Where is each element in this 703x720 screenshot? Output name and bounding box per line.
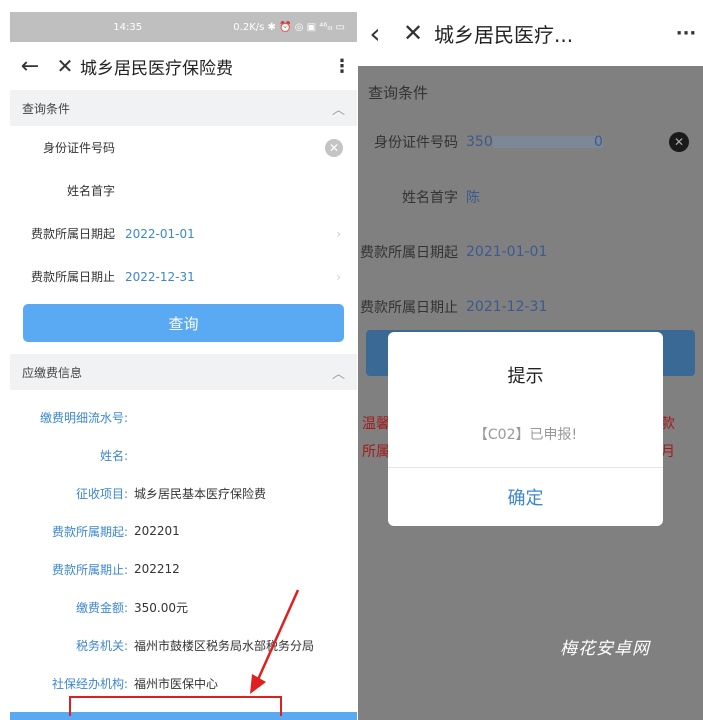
query-section-title: 查询条件: [22, 101, 71, 116]
social-security-agency-label: 社保经办机构:: [51, 676, 128, 691]
start-date-label: 费款所属日期起: [30, 227, 115, 241]
info-row: 姓名:: [10, 436, 357, 474]
id-number-field[interactable]: 身份证件号码 ✕: [10, 126, 357, 169]
warning-text-right: 款 月: [661, 410, 675, 466]
chevron-right-icon: ›: [336, 226, 341, 241]
status-time: 14:35: [113, 21, 143, 33]
levy-item-value: 城乡居民基本医疗保险费: [134, 486, 267, 501]
more-options-icon[interactable]: ···: [669, 23, 703, 44]
watermark-text: 梅花安卓网: [560, 639, 650, 659]
right-phone-screen: ‹ ✕ 城乡居民医疗... ··· 查询条件 身份证件号码 350 0 ✕ 姓名…: [358, 0, 703, 720]
name-initial-label: 姓名首字: [402, 189, 458, 206]
name-initial-label: 姓名首字: [66, 184, 115, 198]
dialog-message: 【C02】已申报!: [473, 427, 578, 443]
info-row: 缴费明细流水号:: [10, 398, 357, 436]
status-indicators: 0.2K/s ✱ ⏰ ◎ ▣ ⁴⁶ᵢₗₗ ▭: [233, 21, 345, 33]
name-initial-value[interactable]: 陈: [466, 187, 480, 207]
id-number-tail: 0: [594, 133, 603, 150]
end-date-value[interactable]: 2021-12-31: [466, 299, 547, 315]
chevron-right-icon: ›: [336, 269, 341, 284]
id-number-field[interactable]: 身份证件号码 350 0 ✕: [358, 114, 703, 169]
end-date-label: 费款所属日期止: [30, 270, 115, 284]
dialog-confirm-button[interactable]: 确定: [388, 467, 663, 526]
warning-line: 所属: [362, 444, 390, 460]
back-arrow-icon[interactable]: ←: [10, 54, 50, 79]
end-date-value[interactable]: 2022-12-31: [125, 270, 195, 284]
app-header: ← ✕ 城乡居民医疗保险费 ⋮: [10, 42, 357, 90]
start-date-label: 费款所属日期起: [360, 244, 458, 261]
info-row: 费款所属期止: 202212: [10, 550, 357, 588]
amount-value: 350.00元: [134, 600, 188, 615]
clear-icon[interactable]: ✕: [669, 131, 689, 152]
info-row: 税务机关: 福州市鼓楼区税务局水部税务分局: [10, 626, 357, 664]
period-start-value: 202201: [134, 524, 180, 538]
redacted-id-blur: [493, 135, 603, 148]
warning-line: 款: [661, 416, 675, 432]
query-section-header[interactable]: 查询条件: [358, 72, 703, 112]
social-security-agency-value: 福州市医保中心: [134, 676, 219, 691]
query-section-title: 查询条件: [368, 83, 429, 102]
name-initial-field[interactable]: 姓名首字 陈: [358, 169, 703, 224]
levy-item-label: 征收项目:: [75, 486, 128, 501]
name-label: 姓名:: [99, 448, 128, 463]
warning-text-left: 温馨 所属: [362, 410, 390, 466]
amount-label: 缴费金额:: [75, 600, 128, 615]
highlight-box: [69, 696, 282, 716]
end-date-field[interactable]: 费款所属日期止 2021-12-31: [358, 279, 703, 334]
tax-authority-label: 税务机关:: [75, 638, 128, 653]
payable-section-header[interactable]: 应缴费信息 ︿: [10, 354, 357, 390]
left-phone-screen: 14:35 0.2K/s ✱ ⏰ ◎ ▣ ⁴⁶ᵢₗₗ ▭ ← ✕ 城乡居民医疗保…: [10, 12, 357, 720]
info-row: 征收项目: 城乡居民基本医疗保险费: [10, 474, 357, 512]
clear-icon[interactable]: ✕: [325, 138, 343, 157]
end-date-label: 费款所属日期止: [360, 299, 458, 316]
back-chevron-icon[interactable]: ‹: [358, 17, 392, 50]
query-section-header[interactable]: 查询条件 ︿: [10, 90, 357, 126]
period-end-value: 202212: [134, 562, 180, 576]
chevron-up-icon: ︿: [331, 102, 345, 118]
info-row: 缴费金额: 350.00元: [10, 588, 357, 626]
close-icon[interactable]: ✕: [392, 19, 434, 47]
page-title: 城乡居民医疗保险费: [80, 58, 233, 79]
more-options-icon[interactable]: ⋮: [327, 56, 357, 77]
page-title: 城乡居民医疗...: [434, 22, 574, 47]
period-end-label: 费款所属期止:: [51, 562, 128, 577]
name-initial-field[interactable]: 姓名首字: [10, 169, 357, 212]
start-date-value[interactable]: 2022-01-01: [125, 227, 195, 241]
start-date-value[interactable]: 2021-01-01: [466, 244, 547, 260]
id-number-value[interactable]: 350: [466, 134, 493, 150]
serial-number-label: 缴费明细流水号:: [39, 410, 128, 425]
chevron-up-icon: ︿: [331, 366, 345, 382]
id-number-label: 身份证件号码: [42, 141, 115, 155]
alert-dialog: 提示 【C02】已申报! 确定: [388, 332, 663, 526]
period-start-label: 费款所属期起:: [51, 524, 128, 539]
info-row: 费款所属期起: 202201: [10, 512, 357, 550]
dialog-title: 提示: [507, 366, 544, 387]
warning-line: 月: [661, 444, 675, 460]
id-number-label: 身份证件号码: [374, 134, 458, 151]
query-button[interactable]: 查询: [23, 304, 344, 342]
end-date-field[interactable]: 费款所属日期止 2022-12-31 ›: [10, 255, 357, 298]
annotation-arrow: [250, 589, 300, 694]
start-date-field[interactable]: 费款所属日期起 2022-01-01 ›: [10, 212, 357, 255]
close-icon[interactable]: ✕: [50, 54, 80, 78]
status-bar: 14:35 0.2K/s ✱ ⏰ ◎ ▣ ⁴⁶ᵢₗₗ ▭: [10, 12, 357, 42]
start-date-field[interactable]: 费款所属日期起 2021-01-01: [358, 224, 703, 279]
warning-line: 温馨: [362, 416, 390, 432]
payable-section-title: 应缴费信息: [22, 365, 83, 380]
app-header: ‹ ✕ 城乡居民医疗... ···: [358, 0, 703, 66]
